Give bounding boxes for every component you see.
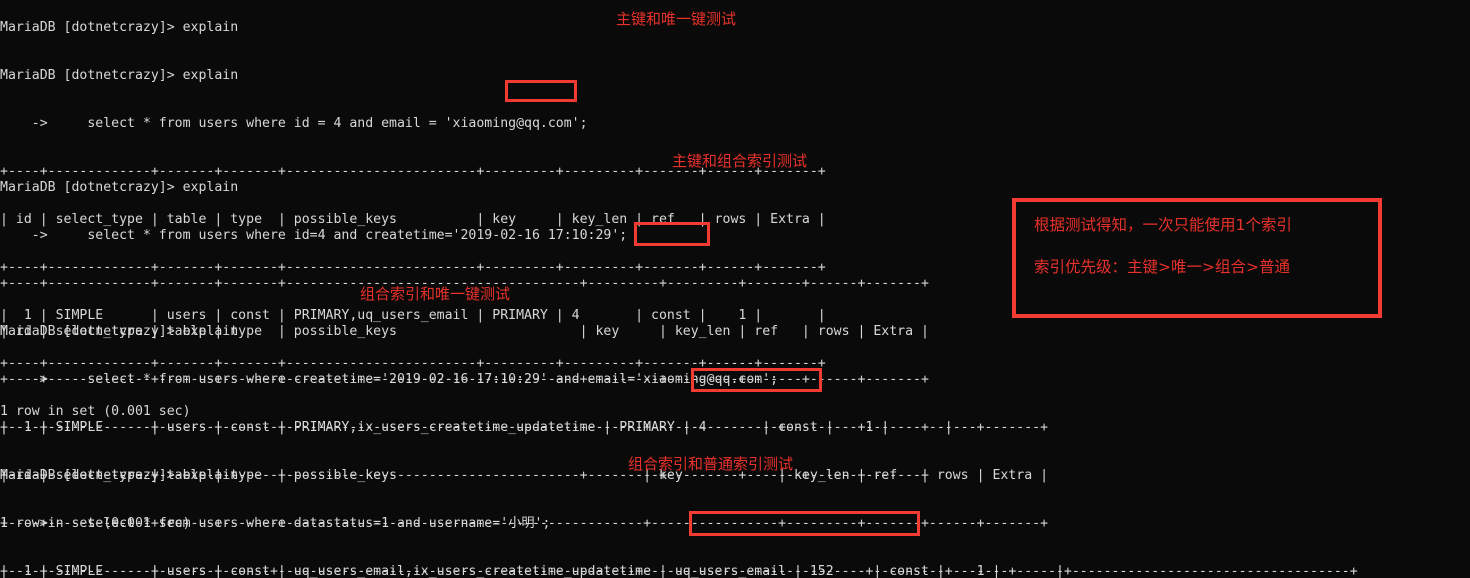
prompt-line: MariaDB [dotnetcrazy]> explain bbox=[0, 68, 239, 83]
query-line: -> select * from users where id = 4 and … bbox=[0, 116, 588, 131]
annotation-block-2: 主键和组合索引测试 bbox=[672, 152, 808, 170]
note-line-2: 索引优先级：主键>唯一>组合>普通 bbox=[1034, 258, 1290, 276]
query-line: -> select * from users where createtime=… bbox=[0, 372, 779, 387]
annotation-block-1: 主键和唯一键测试 bbox=[616, 10, 737, 28]
annotation-block-4: 组合索引和普通索引测试 bbox=[628, 455, 794, 473]
note-line-1: 根据测试得知，一次只能使用1个索引 bbox=[1034, 216, 1292, 234]
table-border-top: +----+-------------+-------+------+-----… bbox=[0, 564, 1358, 578]
terminal-screen: MariaDB [dotnetcrazy]> explain MariaDB [… bbox=[0, 0, 1470, 578]
query-line: -> select * from users where datastatus=… bbox=[0, 516, 551, 531]
table-border-top: +----+-------------+-------+-------+----… bbox=[0, 420, 1049, 435]
prompt-line: MariaDB [dotnetcrazy]> explain bbox=[0, 180, 239, 195]
summary-note-box: 根据测试得知，一次只能使用1个索引 索引优先级：主键>唯一>组合>普通 bbox=[1012, 198, 1382, 318]
prompt-line: MariaDB [dotnetcrazy]> explain bbox=[0, 324, 239, 339]
annotation-block-3: 组合索引和唯一键测试 bbox=[360, 285, 511, 303]
